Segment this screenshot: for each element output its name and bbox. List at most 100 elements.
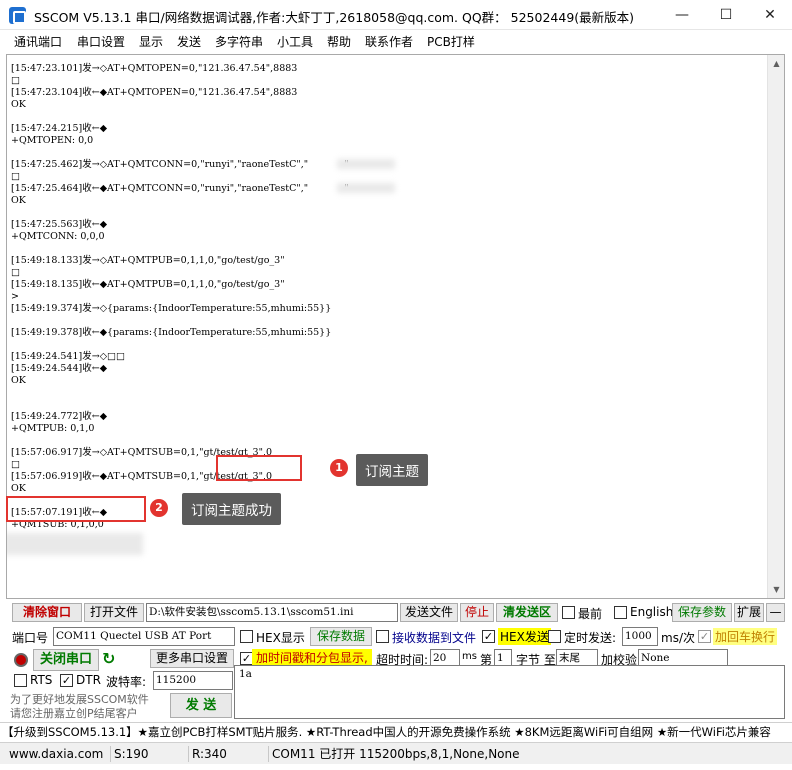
- menu-tools[interactable]: 小工具: [277, 33, 313, 50]
- timed-send-checkbox[interactable]: [548, 630, 561, 643]
- log-line: OK: [11, 195, 26, 206]
- log-line: [15:47:25.563]收←◆: [11, 219, 107, 230]
- promo-line-2: 请您注册嘉立创P结尾客户: [10, 707, 138, 720]
- port-select[interactable]: COM11 Quectel USB AT Port: [53, 627, 235, 646]
- expand-button[interactable]: 扩展: [734, 603, 764, 622]
- add-crlf-label: 加回车换行: [713, 628, 778, 645]
- port-status-icon: [14, 653, 28, 667]
- menu-send[interactable]: 发送: [177, 33, 201, 50]
- annotation-callout-1: 订阅主题: [356, 454, 428, 486]
- status-website[interactable]: www.daxia.com: [6, 746, 103, 762]
- port-label: 端口号: [12, 631, 49, 645]
- menu-comm-port[interactable]: 通讯端口: [14, 33, 62, 50]
- collapse-button[interactable]: —: [766, 603, 785, 622]
- maximize-button[interactable]: ☐: [704, 0, 748, 30]
- status-port-state: COM11 已打开 115200bps,8,1,None,None: [268, 746, 520, 762]
- ad-bar[interactable]: 【升级到SSCOM5.13.1】★嘉立创PCB打样SMT贴片服务. ★RT-Th…: [0, 722, 792, 740]
- log-line: □: [11, 171, 20, 182]
- more-settings-button[interactable]: 更多串口设置: [150, 649, 234, 668]
- send-file-button[interactable]: 发送文件: [400, 603, 458, 622]
- clear-send-button[interactable]: 清发送区: [496, 603, 558, 622]
- close-port-button[interactable]: 关闭串口: [33, 649, 99, 671]
- hex-display-checkbox[interactable]: [240, 630, 253, 643]
- status-bar: www.daxia.com S:190 R:340 COM11 已打开 1152…: [0, 742, 792, 764]
- close-button[interactable]: ✕: [748, 0, 792, 30]
- baud-select[interactable]: 115200: [153, 671, 233, 690]
- menu-multi-string[interactable]: 多字符串: [215, 33, 263, 50]
- rts-label: RTS: [30, 673, 53, 687]
- stop-button[interactable]: 停止: [460, 603, 494, 622]
- menu-pcb[interactable]: PCB打样: [427, 33, 475, 50]
- log-line: [15:49:18.135]收←◆AT+QMTPUB=0,1,1,0,"go/t…: [11, 279, 285, 290]
- save-params-button[interactable]: 保存参数: [672, 603, 732, 622]
- log-scrollbar[interactable]: ▲ ▼: [767, 55, 784, 598]
- menu-display[interactable]: 显示: [139, 33, 163, 50]
- scroll-down-icon[interactable]: ▼: [768, 581, 784, 598]
- log-line: >: [11, 291, 19, 302]
- hex-display-label: HEX显示: [256, 631, 305, 645]
- log-line: [15:47:23.101]发→◇AT+QMTOPEN=0,"121.36.47…: [11, 63, 298, 74]
- rts-checkbox[interactable]: [14, 674, 27, 687]
- menu-help[interactable]: 帮助: [327, 33, 351, 50]
- send-button[interactable]: 发 送: [170, 693, 232, 718]
- redacted-area: [7, 533, 143, 555]
- add-crlf-checkbox[interactable]: ✓: [698, 630, 711, 643]
- baud-label: 波特率:: [106, 675, 147, 689]
- refresh-icon[interactable]: ↻: [102, 649, 115, 668]
- minimize-button[interactable]: —: [660, 0, 704, 30]
- log-line: OK: [11, 99, 26, 110]
- annotation-badge-1: 1: [330, 459, 348, 477]
- scroll-up-icon[interactable]: ▲: [768, 55, 784, 72]
- log-line: OK: [11, 375, 26, 386]
- dtr-checkbox[interactable]: ✓: [60, 674, 73, 687]
- file-path-input[interactable]: D:\软件安装包\sscom5.13.1\sscom51.ini: [146, 603, 398, 622]
- app-icon: [9, 7, 26, 24]
- log-line: □: [11, 75, 20, 86]
- log-line: [15:47:24.215]收←◆: [11, 123, 107, 134]
- log-line: [15:49:19.374]发→◇{params:{IndoorTemperat…: [11, 303, 332, 314]
- toolbar: 清除窗口 打开文件 D:\软件安装包\sscom5.13.1\sscom51.i…: [8, 603, 785, 623]
- title-bar: SSCOM V5.13.1 串口/网络数据调试器,作者:大虾丁丁,2618058…: [0, 0, 792, 30]
- log-line: +QMTPUB: 0,1,0: [11, 423, 95, 434]
- timeout-unit: ms: [462, 651, 477, 662]
- topmost-checkbox[interactable]: [562, 606, 575, 619]
- control-panel: 端口号 COM11 Quectel USB AT Port HEX显示 保存数据…: [8, 625, 785, 720]
- timed-send-label: 定时发送:: [564, 631, 617, 645]
- hex-send-label: HEX发送: [498, 628, 551, 645]
- annotation-callout-2: 订阅主题成功: [182, 493, 281, 525]
- redacted-password: [337, 159, 395, 169]
- log-line: [15:49:24.544]收←◆: [11, 363, 107, 374]
- hex-send-checkbox[interactable]: ✓: [482, 630, 495, 643]
- send-textarea[interactable]: 1a: [234, 665, 785, 719]
- open-file-button[interactable]: 打开文件: [84, 603, 144, 622]
- clear-window-button[interactable]: 清除窗口: [12, 603, 82, 622]
- english-checkbox[interactable]: [614, 606, 627, 619]
- english-label: English: [630, 605, 674, 619]
- recv-to-file-checkbox[interactable]: [376, 630, 389, 643]
- topmost-label: 最前: [578, 607, 603, 621]
- log-line: +QMTCONN: 0,0,0: [11, 231, 105, 242]
- log-line: [15:49:24.541]发→◇□□: [11, 351, 125, 362]
- recv-to-file-label: 接收数据到文件: [392, 631, 477, 645]
- menu-serial-settings[interactable]: 串口设置: [77, 33, 125, 50]
- menu-contact-author[interactable]: 联系作者: [365, 33, 413, 50]
- log-line: +QMTOPEN: 0,0: [11, 135, 94, 146]
- window-title: SSCOM V5.13.1 串口/网络数据调试器,作者:大虾丁丁,2618058…: [34, 10, 635, 25]
- save-data-button[interactable]: 保存数据: [310, 627, 372, 646]
- log-line: □: [11, 267, 20, 278]
- timestamp-label: 加时间戳和分包显示,: [252, 649, 372, 666]
- dtr-label: DTR: [76, 673, 101, 687]
- redacted-password: [337, 183, 395, 193]
- log-line: [15:49:19.378]收←◆{params:{IndoorTemperat…: [11, 327, 332, 338]
- interval-input[interactable]: 1000: [622, 627, 658, 646]
- highlight-subscribe-result: [6, 496, 146, 522]
- status-sent-count: S:190: [110, 746, 149, 762]
